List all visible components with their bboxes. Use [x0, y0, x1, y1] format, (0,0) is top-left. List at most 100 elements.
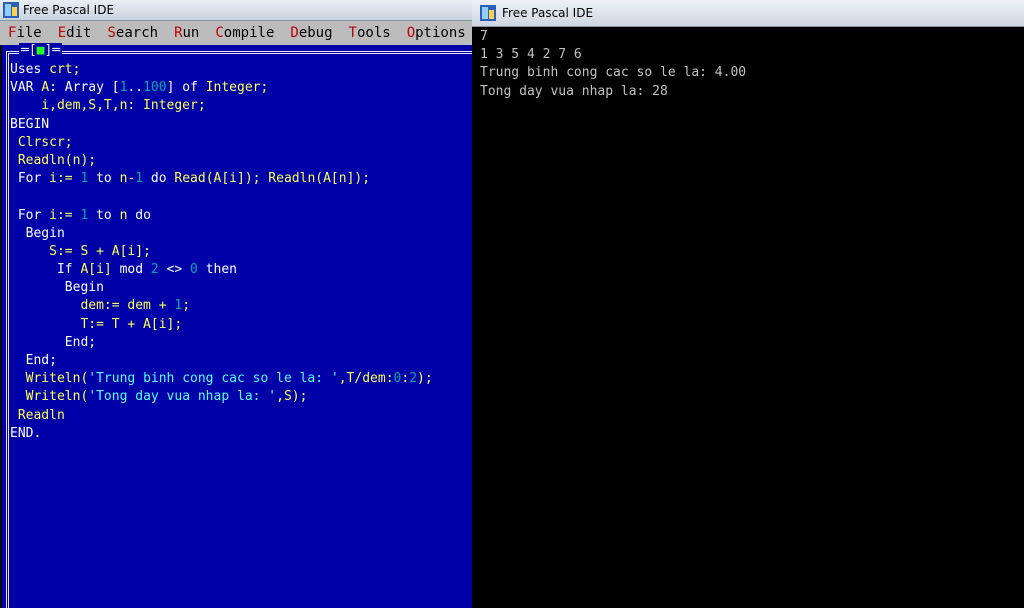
code-line: Clrscr;	[10, 134, 474, 152]
menu-item[interactable]: Debug	[282, 25, 340, 41]
code-token: VAR	[10, 80, 42, 96]
menu-item[interactable]: Run	[166, 25, 207, 41]
code-token: Writeln(	[10, 371, 89, 387]
source-code[interactable]: Uses crt; VAR A: Array [1..100] of Intege…	[10, 61, 474, 443]
code-token: ,S);	[276, 389, 308, 405]
ide-menubar: File Edit Search Run Compile Debug Tools Option…	[0, 21, 474, 45]
code-token: A[i]	[80, 262, 120, 278]
code-token: Begin	[10, 225, 65, 241]
menu-item-label: un	[182, 25, 200, 41]
code-token: 'Tong day vua nhap la: '	[88, 389, 277, 405]
code-line: Writeln('Tong day vua nhap la: ',S);	[10, 388, 474, 406]
code-line: If A[i] mod 2 <> 0 then	[10, 261, 474, 279]
ide-window: Free Pascal IDE File Edit Search Run Compile…	[0, 0, 474, 608]
free-pascal-icon	[480, 5, 496, 21]
menu-item[interactable]: Tools	[341, 25, 399, 41]
code-line: Writeln('Trung binh cong cac so le la: '…	[10, 370, 474, 388]
console-line: Tong day vua nhap la: 28	[480, 83, 668, 99]
code-line: dem:= dem + 1;	[10, 297, 474, 315]
console-title: Free Pascal IDE	[502, 6, 594, 20]
menu-item-hotkey: D	[290, 25, 299, 41]
code-token: do	[135, 207, 151, 223]
code-line: BEGIN	[10, 116, 474, 134]
code-line: i,dem,S,T,n: Integer;	[10, 97, 474, 115]
ide-title: Free Pascal IDE	[23, 3, 115, 17]
code-token: If	[10, 262, 81, 278]
code-token: Begin	[10, 280, 104, 296]
menu-item[interactable]: File	[0, 25, 50, 41]
code-token: do	[143, 171, 175, 187]
menu-item-hotkey: R	[174, 25, 183, 41]
code-line: VAR A: Array [1..100] of Integer;	[10, 79, 474, 97]
code-token: Integer;	[205, 80, 269, 96]
menu-item-hotkey: E	[57, 25, 67, 41]
code-token: Writeln(	[10, 389, 89, 405]
ide-titlebar[interactable]: Free Pascal IDE	[0, 0, 474, 21]
menu-item-hotkey: C	[215, 25, 224, 41]
code-line: Readln	[10, 407, 474, 425]
code-token: 2	[150, 262, 159, 278]
code-token: Array	[64, 80, 112, 96]
menu-item-label: ompile	[223, 25, 275, 41]
editor-pane[interactable]: ═[■]═ Uses crt; VAR A: Array [1..100] of …	[2, 43, 474, 608]
code-line: S:= S + A[i];	[10, 243, 474, 261]
code-token: Read(A[i]); Readln(A[n]);	[174, 171, 371, 187]
code-token: n-	[119, 171, 136, 187]
menu-item[interactable]: Search	[99, 25, 166, 41]
code-token: <>	[158, 262, 191, 278]
menu-item-label: earch	[115, 25, 159, 41]
code-token: );	[417, 371, 433, 387]
code-token: ]	[166, 80, 183, 96]
code-token: END.	[10, 425, 42, 441]
code-token: A:	[41, 80, 65, 96]
code-token: to	[88, 171, 120, 187]
menu-item-label: ools	[356, 25, 391, 41]
code-line: END.	[10, 425, 474, 443]
code-token: BEGIN	[10, 116, 50, 132]
menu-item-label: ebug	[298, 25, 333, 41]
code-token: Clrscr;	[10, 134, 73, 150]
code-token: End;	[10, 353, 57, 368]
console-window: Free Pascal IDE 7 1 3 5 4 2 7 6 Trung binh…	[472, 0, 1024, 608]
code-token: 100	[143, 80, 167, 96]
console-output[interactable]: 7 1 3 5 4 2 7 6 Trung binh cong cac so le …	[480, 28, 1024, 608]
code-token: For	[10, 207, 50, 223]
code-token: S:= S + A[i];	[10, 243, 151, 259]
code-token: mod	[119, 262, 151, 278]
code-token: to	[88, 207, 120, 223]
code-token: i:=	[49, 207, 81, 223]
code-token: 2	[409, 371, 418, 387]
code-line: Begin	[10, 279, 474, 297]
code-token: i,dem,S,T,n: Integer;	[10, 98, 206, 114]
menu-item[interactable]: Compile	[207, 25, 282, 41]
code-token: For	[10, 171, 50, 187]
code-token: of	[182, 80, 206, 96]
code-line: For i:= 1 to n do	[10, 207, 474, 225]
code-token: dem:= dem +	[10, 298, 175, 314]
menu-item-label: ile	[16, 25, 42, 41]
code-token: 1	[135, 171, 144, 187]
menu-item[interactable]: Edit	[50, 25, 100, 41]
code-line: Uses crt;	[10, 61, 474, 79]
menu-item-label: dit	[66, 25, 92, 41]
code-line: T:= T + A[i];	[10, 316, 474, 334]
close-box-right: ]	[44, 43, 53, 58]
code-line: Begin	[10, 225, 474, 243]
code-token: ;	[182, 298, 191, 314]
menu-item-hotkey: S	[107, 25, 116, 41]
console-titlebar[interactable]: Free Pascal IDE	[472, 0, 1024, 27]
console-line: 7	[480, 29, 488, 44]
menu-item-hotkey: O	[406, 25, 416, 41]
code-token: [	[111, 80, 120, 96]
code-token: ..	[127, 80, 144, 96]
code-token: crt;	[49, 62, 81, 77]
console-line: Trung binh cong cac so le la: 4.00	[480, 65, 747, 81]
code-token: :	[401, 371, 410, 387]
code-token: 'Trung binh cong cac so le la: '	[88, 371, 339, 387]
code-token: i:=	[49, 171, 81, 187]
menu-item[interactable]: Options	[399, 25, 474, 41]
close-box[interactable]: ═[■]═	[19, 43, 63, 59]
code-line: For i:= 1 to n-1 do Read(A[i]); Readln(A…	[10, 170, 474, 188]
code-token: T:= T + A[i];	[10, 316, 183, 332]
